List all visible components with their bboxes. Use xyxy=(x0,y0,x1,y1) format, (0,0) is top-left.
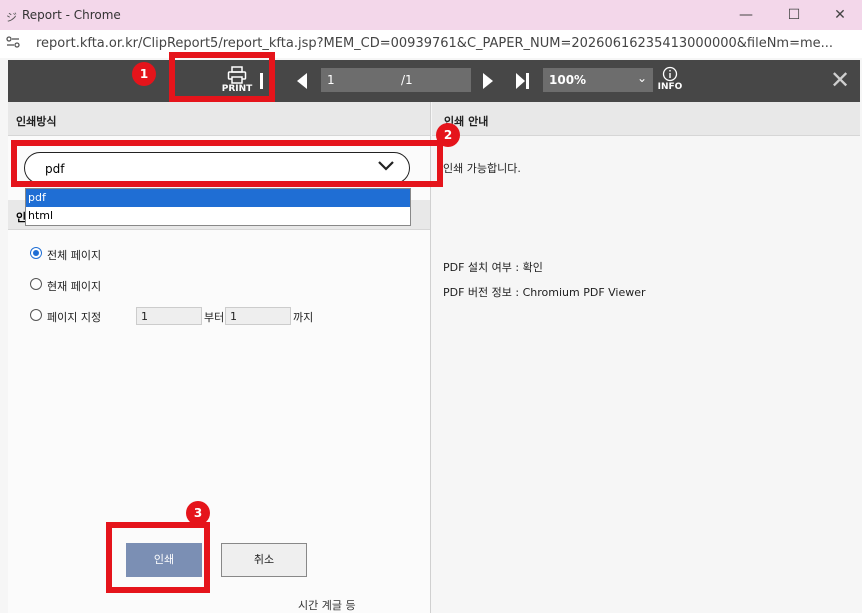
title-bar: ジ Report - Chrome — ☐ ✕ xyxy=(0,0,862,30)
app-icon: ジ xyxy=(6,11,17,24)
highlight-print-submit xyxy=(106,522,210,593)
maximize-button[interactable]: ☐ xyxy=(774,4,814,26)
viewer-close-button[interactable]: ✕ xyxy=(826,66,854,96)
url-text[interactable]: report.kfta.or.kr/ClipReport5/report_kft… xyxy=(36,36,856,51)
zoom-value: 100% xyxy=(549,73,587,87)
info-icon xyxy=(662,66,678,82)
format-option-pdf[interactable]: pdf xyxy=(26,189,410,207)
print-status-text: 인쇄 가능합니다. xyxy=(443,162,521,175)
radio-button[interactable] xyxy=(30,278,42,290)
info-button[interactable]: INFO xyxy=(653,66,687,96)
step-badge-1: 1 xyxy=(132,62,156,86)
background-text: 시간 계글 등 xyxy=(298,599,356,612)
radio-label: 전체 페이지 xyxy=(47,249,102,262)
total-pages: /1 xyxy=(401,73,413,87)
step-badge-2: 2 xyxy=(436,123,460,147)
range-to-input[interactable]: 1 xyxy=(225,307,291,325)
window-close-button[interactable]: ✕ xyxy=(820,4,860,26)
print-guide-panel: 인쇄 안내 인쇄 가능합니다. PDF 설치 여부 : 확인 PDF 버전 정보… xyxy=(432,102,860,613)
radio-button[interactable] xyxy=(30,247,42,259)
radio-label: 페이지 지정 xyxy=(47,311,102,324)
range-from-input[interactable]: 1 xyxy=(136,307,202,325)
step-badge-3: 3 xyxy=(186,501,210,525)
print-method-header: 인쇄방식 xyxy=(8,102,430,136)
previous-page-icon[interactable] xyxy=(296,73,308,89)
minimize-button[interactable]: — xyxy=(726,4,766,26)
last-page-icon[interactable] xyxy=(516,73,530,89)
format-option-html[interactable]: html xyxy=(26,207,410,225)
range-to-value: 1 xyxy=(230,310,237,323)
radio-button[interactable] xyxy=(30,309,42,321)
cancel-button[interactable]: 취소 xyxy=(221,543,307,577)
print-guide-header: 인쇄 안내 xyxy=(432,102,860,136)
background-page-strip: 시간 계글 등 xyxy=(8,596,860,613)
address-bar: report.kfta.or.kr/ClipReport5/report_kft… xyxy=(0,30,862,58)
range-from-value: 1 xyxy=(141,310,148,323)
window-title: Report - Chrome xyxy=(22,8,121,22)
zoom-select[interactable]: 100% ⌄ xyxy=(543,68,653,92)
range-to-suffix: 까지 xyxy=(293,311,314,324)
highlight-print-button xyxy=(169,52,275,102)
format-dropdown-list: pdf html xyxy=(25,188,411,226)
highlight-format-select xyxy=(11,140,443,187)
page-number-input[interactable]: 1 /1 xyxy=(321,68,471,92)
info-label: INFO xyxy=(657,82,683,92)
chevron-down-icon: ⌄ xyxy=(636,71,647,85)
radio-label: 현재 페이지 xyxy=(47,280,102,293)
current-page: 1 xyxy=(327,73,335,87)
next-page-icon[interactable] xyxy=(482,73,494,89)
report-window: ジ Report - Chrome — ☐ ✕ report.kfta.or.k… xyxy=(0,0,862,613)
range-from-suffix: 부터 xyxy=(204,311,225,324)
pdf-installed-text: PDF 설치 여부 : 확인 xyxy=(443,261,543,274)
pdf-version-text: PDF 버전 정보 : Chromium PDF Viewer xyxy=(443,286,646,299)
print-method-title: 인쇄방식 xyxy=(16,115,57,128)
site-info-icon[interactable] xyxy=(6,36,20,51)
